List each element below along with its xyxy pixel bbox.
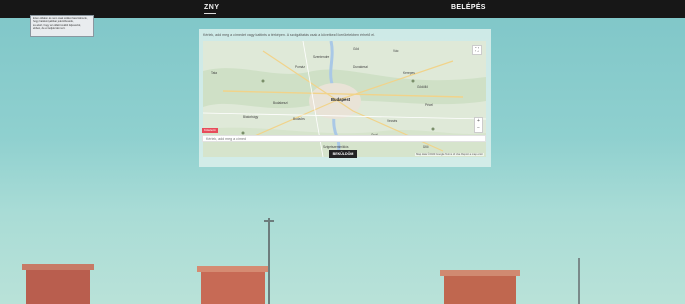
top-navigation-bar: ZNY BELÉPÉS	[0, 0, 685, 18]
map-place-label: Göd	[353, 47, 360, 51]
intro-text: Kérlek, add meg a címedet vagy kattints …	[203, 33, 375, 37]
map-place-label: Szigetszentmiklós	[323, 145, 349, 149]
zoom-control[interactable]: + −	[474, 117, 483, 133]
antenna-crossbar	[264, 220, 274, 222]
cookie-line: ebben, de el tudjuk látni ezt.	[33, 27, 66, 31]
address-panel: Kérlek, add meg a címedet vagy kattints …	[199, 29, 491, 167]
map-place-label: Vác	[393, 49, 399, 53]
chimney-middle	[201, 268, 265, 304]
map-place-label: Pécel	[425, 103, 433, 107]
map-city-label: Budapest	[331, 97, 351, 102]
site-logo[interactable]: ZNY	[204, 4, 220, 11]
cookie-notice: Ezen oldalon és nem csak sütiket használ…	[30, 15, 94, 37]
chimney-left	[26, 266, 90, 304]
chimney-right-top	[440, 270, 520, 276]
antenna-pole-right	[578, 258, 580, 304]
map-place-label: Kerepes	[403, 71, 415, 75]
submit-button[interactable]: BEKÜLDÖM	[329, 150, 357, 158]
required-badge: Kötelező	[202, 128, 218, 133]
map-place-label: Dunakeszi	[353, 65, 368, 69]
map-place-label: Biatorbágy	[243, 115, 259, 119]
map-place-label: Szentendre	[313, 55, 330, 59]
map-place-label: Tata	[211, 71, 218, 75]
fullscreen-icon[interactable]: ⛶	[472, 45, 482, 55]
map-place-label: Budaörs	[293, 117, 305, 121]
map-place-label: Pomáz	[295, 65, 305, 69]
logo-underline	[204, 13, 216, 14]
chimney-left-top	[22, 264, 94, 270]
login-link[interactable]: BELÉPÉS	[451, 4, 486, 11]
address-input[interactable]	[202, 135, 486, 142]
chimney-right	[444, 272, 516, 304]
antenna-pole	[268, 218, 270, 304]
map-place-label: Gödöllő	[417, 85, 428, 89]
zoom-in-icon[interactable]: +	[475, 118, 482, 125]
chimney-middle-top	[197, 266, 269, 272]
zoom-out-icon[interactable]: −	[475, 125, 482, 132]
map-place-label: Vecsés	[387, 119, 398, 123]
map-place-label: Üllő	[423, 145, 429, 149]
map-place-label: Budakeszi	[273, 101, 288, 105]
map-credit[interactable]: Map data ©2023 Google Terms of Use Repor…	[415, 153, 484, 156]
